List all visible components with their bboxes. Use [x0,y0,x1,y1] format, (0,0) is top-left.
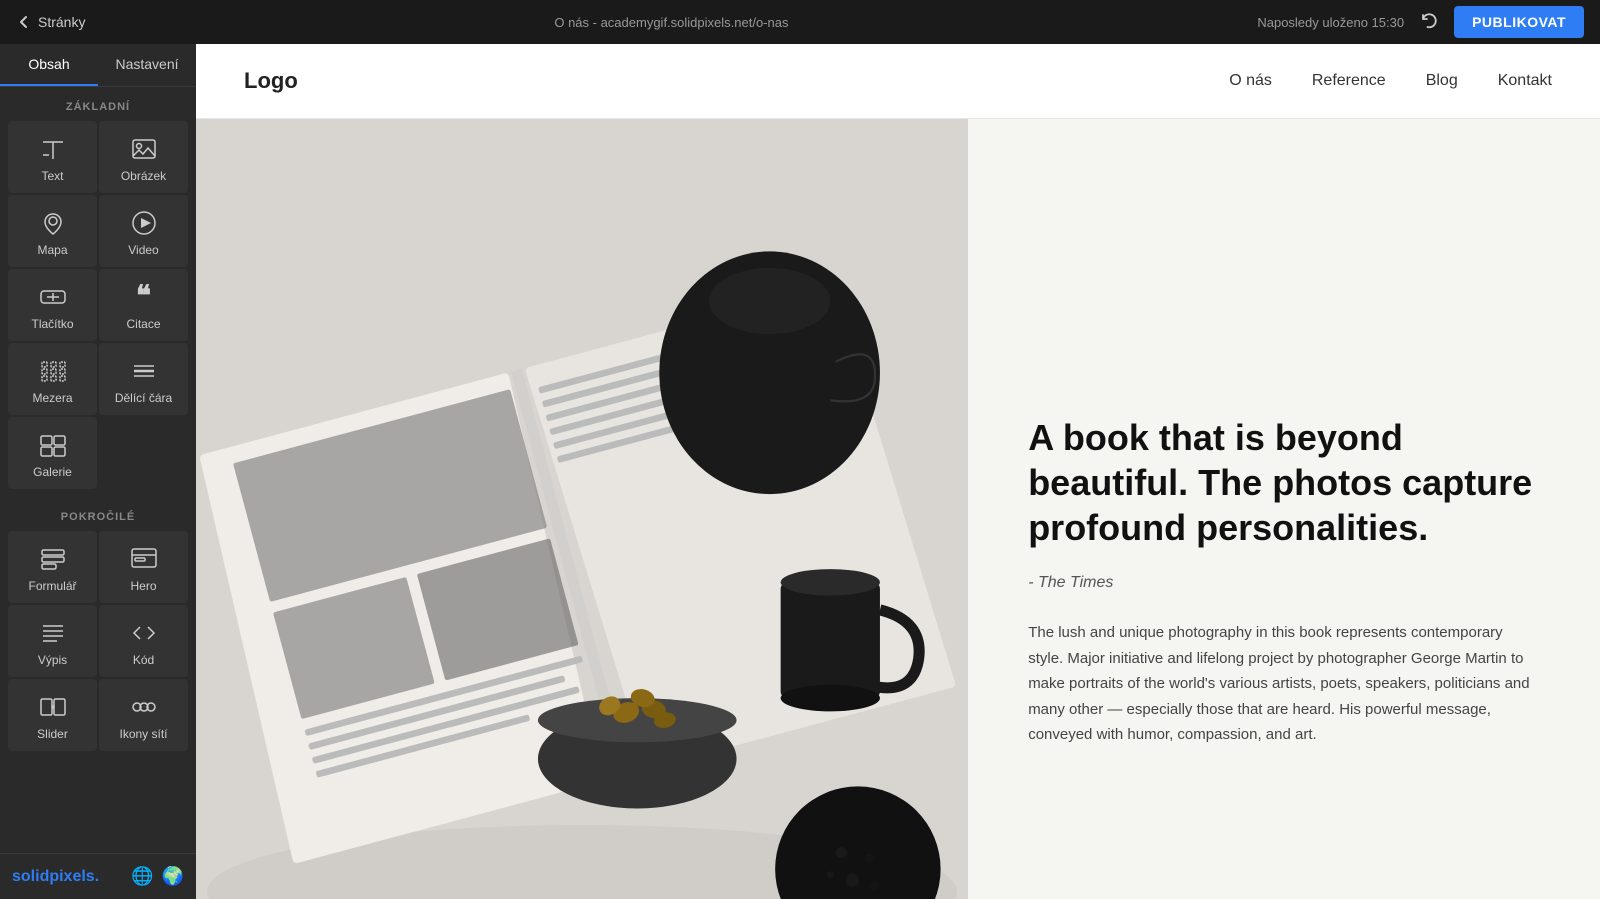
website-preview: Logo O nás Reference Blog Kontakt [196,44,1600,899]
sidebar-item-image[interactable]: Obrázek [99,121,188,193]
sidebar-item-slider-label: Slider [37,727,68,741]
page-url: O nás - academygif.solidpixels.net/o-nas [554,15,788,30]
top-bar-actions: Naposledy uloženo 15:30 PUBLIKOVAT [1257,6,1584,38]
back-button[interactable]: Stránky [16,14,85,30]
hero-quote: A book that is beyond beautiful. The pho… [1028,415,1540,550]
sidebar-item-listing-label: Výpis [38,653,67,667]
undo-button[interactable] [1416,8,1442,37]
site-logo: Logo [244,68,298,94]
sidebar-item-text-label: Text [41,169,63,183]
hero-image [196,119,968,899]
quote-icon: ❝ [136,283,151,311]
site-nav-links: O nás Reference Blog Kontakt [1229,72,1552,90]
section-basic-label: ZÁKLADNÍ [0,87,196,121]
sidebar-item-image-label: Obrázek [121,169,166,183]
canvas: Logo O nás Reference Blog Kontakt [196,44,1600,899]
sidebar-item-map-label: Mapa [37,243,67,257]
sidebar-item-text[interactable]: Text [8,121,97,193]
sidebar-item-gallery-label: Galerie [33,465,72,479]
book-illustration-svg [196,119,968,899]
tab-settings[interactable]: Nastavení [98,44,196,86]
hero-content: A book that is beyond beautiful. The pho… [968,119,1600,899]
sidebar-item-quote[interactable]: ❝ Citace [99,269,188,341]
nav-link-o-nas[interactable]: O nás [1229,72,1272,90]
advanced-items-grid: Formulář Hero Výpis Kód Slider [0,531,196,759]
sidebar-tabs: Obsah Nastavení [0,44,196,87]
site-hero: A book that is beyond beautiful. The pho… [196,119,1600,899]
sidebar-item-hero[interactable]: Hero [99,531,188,603]
sidebar-item-divider[interactable]: Dělící čára [99,343,188,415]
globe2-icon[interactable]: 🌍 [162,866,184,887]
back-label: Stránky [38,14,85,30]
save-info: Naposledy uloženo 15:30 [1257,15,1404,30]
sidebar-item-quote-label: Citace [126,317,160,331]
sidebar-item-divider-label: Dělící čára [115,391,172,405]
sidebar-item-spacer-label: Mezera [32,391,72,405]
main-layout: Obsah Nastavení ZÁKLADNÍ Text Obrázek Ma… [0,44,1600,899]
sidebar-item-video[interactable]: Video [99,195,188,267]
nav-link-blog[interactable]: Blog [1426,72,1458,90]
sidebar-item-button[interactable]: Tlačítko [8,269,97,341]
sidebar-footer: solidpixels. 🌐 🌍 [0,853,196,899]
publish-button[interactable]: PUBLIKOVAT [1454,6,1584,38]
sidebar-item-hero-label: Hero [130,579,156,593]
sidebar-item-code-label: Kód [133,653,154,667]
sidebar-item-button-label: Tlačítko [31,317,73,331]
hero-author: - The Times [1028,574,1540,592]
sidebar-item-gallery[interactable]: Galerie [8,417,97,489]
sidebar-item-video-label: Video [128,243,158,257]
sidebar-item-code[interactable]: Kód [99,605,188,677]
sidebar-item-slider[interactable]: Slider [8,679,97,751]
sidebar-item-listing[interactable]: Výpis [8,605,97,677]
sidebar-item-social-label: Ikony sítí [119,727,167,741]
site-nav: Logo O nás Reference Blog Kontakt [196,44,1600,119]
sidebar-item-form[interactable]: Formulář [8,531,97,603]
section-advanced-label: POKROČILÉ [0,497,196,531]
sidebar-item-form-label: Formulář [28,579,76,593]
nav-link-kontakt[interactable]: Kontakt [1498,72,1552,90]
sidebar-item-spacer[interactable]: Mezera [8,343,97,415]
hero-description: The lush and unique photography in this … [1028,620,1540,748]
top-bar: Stránky O nás - academygif.solidpixels.n… [0,0,1600,44]
sidebar-item-social[interactable]: Ikony sítí [99,679,188,751]
nav-link-reference[interactable]: Reference [1312,72,1386,90]
sidebar-logo: solidpixels. [12,868,99,886]
sidebar-item-map[interactable]: Mapa [8,195,97,267]
globe-icon[interactable]: 🌐 [131,866,153,887]
sidebar-footer-icons: 🌐 🌍 [131,866,184,887]
sidebar: Obsah Nastavení ZÁKLADNÍ Text Obrázek Ma… [0,44,196,899]
basic-items-grid: Text Obrázek Mapa Video Tlačítko [0,121,196,497]
tab-content[interactable]: Obsah [0,44,98,86]
